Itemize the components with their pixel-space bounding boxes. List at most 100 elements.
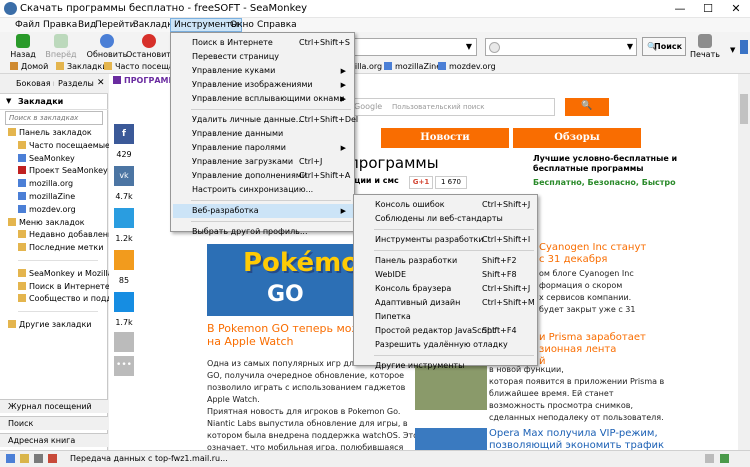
- custom-search-input[interactable]: Google Пользовательский поиск: [349, 98, 555, 116]
- pokemon-go-image[interactable]: Pokémon GO: [207, 244, 375, 316]
- bookmark-tree-item[interactable]: mozilla.org: [18, 178, 73, 190]
- bookmark-tree-item[interactable]: Панель закладок: [8, 127, 92, 139]
- bookmark-tree-item[interactable]: mozdev.org: [18, 204, 76, 216]
- folder-icon: [56, 62, 64, 70]
- menu-item[interactable]: Управление дополнениями Ctrl+Shift+A: [173, 169, 354, 183]
- menu-item[interactable]: Управление данными: [173, 127, 354, 141]
- sidebar-addressbook-tab[interactable]: Адресная книга: [0, 433, 108, 447]
- article-title[interactable]: В Pokemon GO теперь можно на Apple Watch: [207, 322, 375, 348]
- seamonkey-app-icon: [4, 2, 17, 15]
- news3-title[interactable]: Opera Max получила VIP-режим, позволяющий…: [489, 428, 664, 450]
- menu-item[interactable]: Соблюдены ли веб-стандарты: [356, 212, 537, 226]
- menu-item-label: Панель разработки: [375, 256, 458, 265]
- bookmark-mozillazine[interactable]: mozillaZine: [384, 61, 441, 73]
- bookmark-tree-item[interactable]: SeaMonkey: [18, 153, 75, 165]
- forward-button[interactable]: Вперёд: [40, 34, 82, 59]
- menu-help[interactable]: Справка: [254, 18, 300, 32]
- submenu-arrow-icon: ▶: [340, 67, 346, 75]
- menu-item[interactable]: Управление изображениями ▶: [173, 78, 354, 92]
- addressbook-icon[interactable]: [48, 454, 57, 463]
- menu-item[interactable]: Простой редактор JavaScript Shift+F4: [356, 324, 537, 338]
- bookmark-tree-item[interactable]: Последние метки: [18, 242, 103, 254]
- search-button[interactable]: 🔍 Поиск: [642, 37, 686, 56]
- sidebar-history-tab[interactable]: Журнал посещений: [0, 399, 108, 413]
- facebook-share-button[interactable]: f: [114, 124, 134, 144]
- bookmarks-panel-header[interactable]: ▼ Закладки: [0, 94, 108, 110]
- odnoklassniki-share-button[interactable]: [114, 250, 134, 270]
- twitter-share-button[interactable]: [114, 208, 134, 228]
- search-dropdown-icon[interactable]: ▼: [627, 42, 633, 51]
- menu-item[interactable]: Пипетка: [356, 310, 537, 324]
- composer-icon[interactable]: [34, 454, 43, 463]
- sidebar-close-icon[interactable]: ✕: [97, 78, 105, 88]
- vk-share-button[interactable]: vk: [114, 166, 134, 186]
- news2-title[interactable]: и Prisma заработает зионная лента й: [539, 332, 646, 368]
- page-search-button[interactable]: 🔍: [565, 98, 609, 116]
- menu-item[interactable]: Управление паролями ▶: [173, 141, 354, 155]
- search-engine-icon[interactable]: [489, 42, 500, 53]
- reload-button[interactable]: Обновить: [86, 34, 128, 59]
- sidebar-title: Боковая панель: [16, 79, 54, 88]
- stop-button[interactable]: Остановить: [126, 34, 176, 59]
- menu-item[interactable]: Поиск в Интернете Ctrl+Shift+S: [173, 36, 354, 50]
- gplus-button[interactable]: G+1: [409, 176, 433, 189]
- menu-item-label: Управление паролями: [192, 143, 286, 152]
- menu-item[interactable]: Другие инструменты: [356, 359, 537, 373]
- bookmark-tree-item[interactable]: mozillaZine: [18, 191, 75, 203]
- menu-item[interactable]: Перевести страницу: [173, 50, 354, 64]
- menu-item[interactable]: Настроить синхронизацию...: [173, 183, 354, 197]
- bookmark-tree-item[interactable]: SeaMonkey и Mozilla: [18, 268, 113, 280]
- programs-link[interactable]: ПРОГРАММ: [113, 76, 176, 85]
- menu-item[interactable]: Инструменты разработки Ctrl+Shift+I: [356, 233, 537, 247]
- menu-file[interactable]: Файл: [12, 18, 43, 32]
- mailru-share-button[interactable]: [114, 292, 134, 312]
- bookmark-tree-item[interactable]: Проект SeaMonkey: [18, 165, 108, 177]
- back-button[interactable]: Назад: [2, 34, 44, 59]
- menu-window[interactable]: Окно: [227, 18, 257, 32]
- dropdown-icon[interactable]: ▼: [466, 42, 472, 51]
- bookmark-mozdev[interactable]: mozdev.org: [438, 61, 496, 73]
- print-button[interactable]: Печать: [685, 34, 725, 59]
- menu-item-shortcut: Ctrl+Shift+M: [482, 298, 535, 307]
- tab-news[interactable]: Новости: [381, 128, 509, 148]
- bookmark-home[interactable]: Домой: [10, 61, 48, 73]
- menu-item[interactable]: WebIDE Shift+F8: [356, 268, 537, 282]
- web-search-field[interactable]: ▼: [485, 38, 637, 56]
- menu-item[interactable]: Консоль ошибок Ctrl+Shift+J: [356, 198, 537, 212]
- online-icon[interactable]: [720, 454, 729, 463]
- maximize-button[interactable]: ☐: [694, 0, 722, 18]
- print-dropdown-icon[interactable]: ▼: [730, 46, 735, 54]
- sidebar-search-tab[interactable]: Поиск: [0, 416, 108, 430]
- bookmark-tree-item[interactable]: Другие закладки: [8, 319, 92, 331]
- menu-item[interactable]: Веб-разработка ▶: [173, 204, 354, 218]
- bookmark-tree-item[interactable]: Меню закладок: [8, 217, 85, 229]
- menu-item[interactable]: Управление загрузками Ctrl+J: [173, 155, 354, 169]
- menu-item[interactable]: Разрешить удалённую отладку: [356, 338, 537, 352]
- minimize-button[interactable]: —: [666, 0, 694, 18]
- tab-reviews[interactable]: Обзоры: [513, 128, 641, 148]
- opera-news-image[interactable]: [415, 428, 487, 450]
- menu-item[interactable]: Управление куками ▶: [173, 64, 354, 78]
- bookmark-tree-label: Меню закладок: [19, 217, 85, 227]
- menu-item[interactable]: Адаптивный дизайн Ctrl+Shift+M: [356, 296, 537, 310]
- navigator-icon[interactable]: [6, 454, 15, 463]
- menu-item[interactable]: Управление всплывающими окнами ▶: [173, 92, 354, 106]
- scrollbar-thumb[interactable]: [740, 94, 748, 124]
- collapse-share-icon[interactable]: [114, 332, 134, 352]
- menu-item[interactable]: Выбрать другой профиль...: [173, 225, 354, 239]
- vertical-scrollbar[interactable]: [738, 74, 750, 450]
- bookmark-tree-item[interactable]: Часто посещаемые: [18, 140, 110, 152]
- close-button[interactable]: ✕: [722, 0, 750, 18]
- bookmark-bookmarks[interactable]: Закладки: [56, 61, 107, 73]
- bookmark-search-input[interactable]: [5, 111, 103, 125]
- bookmark-tree-item[interactable]: Поиск в Интернете: [18, 281, 110, 293]
- news1-title[interactable]: Cyanogen Inc станут с 31 декабря: [539, 242, 646, 266]
- text-line: будет закрыт уже с 31: [539, 305, 636, 314]
- menu-item[interactable]: Удалить личные данные... Ctrl+Shift+Del: [173, 113, 358, 127]
- more-share-icon[interactable]: •••: [114, 356, 134, 376]
- mail-icon[interactable]: [20, 454, 29, 463]
- menu-item[interactable]: Консоль браузера Ctrl+Shift+J: [356, 282, 537, 296]
- menu-item[interactable]: Панель разработки Shift+F2: [356, 254, 537, 268]
- sidebar-sections-button[interactable]: Разделы: [58, 79, 94, 88]
- facebook-count: 429: [116, 150, 132, 159]
